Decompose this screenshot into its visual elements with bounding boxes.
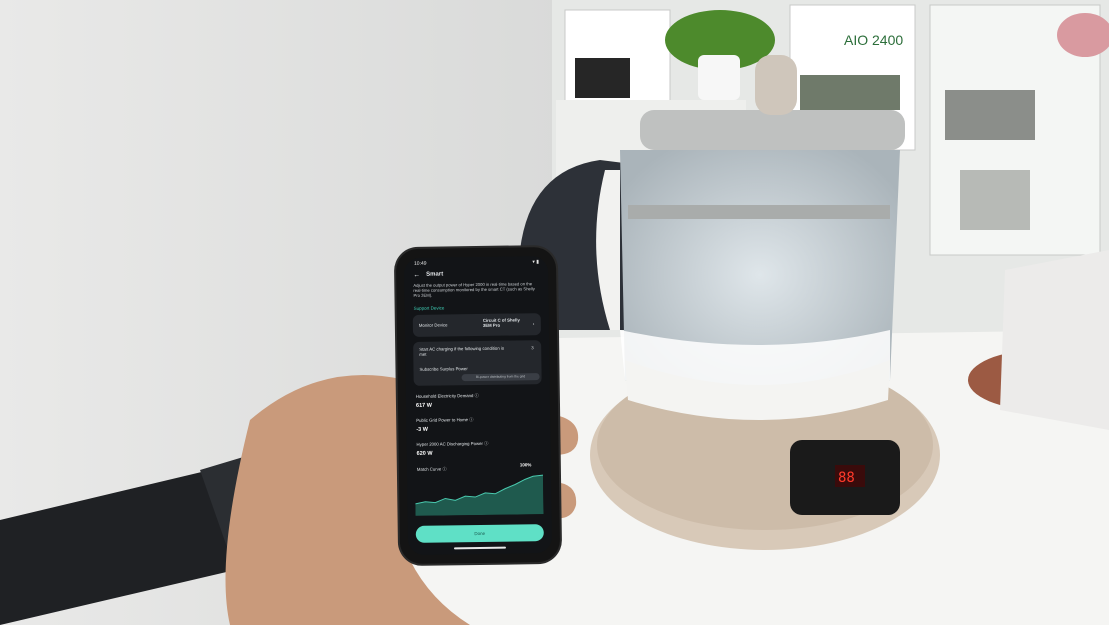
home-indicator bbox=[453, 546, 507, 550]
household-demand-label: Household Electricity Demand ⓘ bbox=[415, 392, 479, 399]
smartphone: 10:49 ▾ ▮ ← Smart Adjust the output powe… bbox=[395, 246, 561, 565]
match-curve-value: 100% bbox=[519, 462, 532, 468]
ac-charging-label: Start AC charging if the following condi… bbox=[419, 345, 505, 357]
match-curve-chart bbox=[415, 474, 544, 516]
status-icons: ▾ ▮ bbox=[532, 259, 540, 266]
plant-pot bbox=[1000, 250, 1109, 430]
grid-power-value: -3 W bbox=[416, 426, 428, 433]
monitor-device-label: Monitor Device bbox=[418, 322, 448, 328]
description-text: Adjust the output power of Hyper 2000 in… bbox=[413, 281, 535, 299]
chevron-right-icon: › bbox=[532, 321, 535, 327]
status-time: 10:49 bbox=[413, 260, 427, 267]
monitor-device-card[interactable]: Monitor Device Circuit C of Shelly 3EM P… bbox=[412, 313, 542, 337]
support-device-link[interactable]: Support Device bbox=[414, 305, 445, 310]
grid-power-label: Public Grid Power to Home ⓘ bbox=[416, 417, 474, 423]
lid-knob bbox=[755, 55, 797, 115]
ac-charging-value: 3 bbox=[531, 345, 534, 351]
svg-text:88: 88 bbox=[838, 470, 855, 486]
discharge-power-label: Hyper 2000 AC Discharging Power ⓘ bbox=[416, 440, 489, 447]
arrow-left-icon[interactable]: ← bbox=[413, 272, 420, 279]
aio-sign-text: AIO 2400 bbox=[844, 32, 903, 48]
discharge-power-value: 620 W bbox=[416, 450, 433, 457]
kettle-lid bbox=[640, 110, 905, 150]
monitor-device-value: Circuit C of Shelly 3EM Pro bbox=[482, 317, 520, 328]
subscribe-label: Subscribe Surplus Power bbox=[419, 366, 468, 372]
page-title: Smart bbox=[426, 271, 444, 278]
household-demand-value: 617 W bbox=[415, 402, 432, 409]
app-screen: 10:49 ▾ ▮ ← Smart Adjust the output powe… bbox=[403, 256, 553, 555]
photo-scene: 88 AIO 2400 10:49 ▾ ▮ ← Smart Adjust the… bbox=[0, 0, 1109, 625]
grid-status-pill: Bi-power distributing from the grid bbox=[461, 373, 540, 382]
done-button[interactable]: Done bbox=[415, 524, 544, 543]
